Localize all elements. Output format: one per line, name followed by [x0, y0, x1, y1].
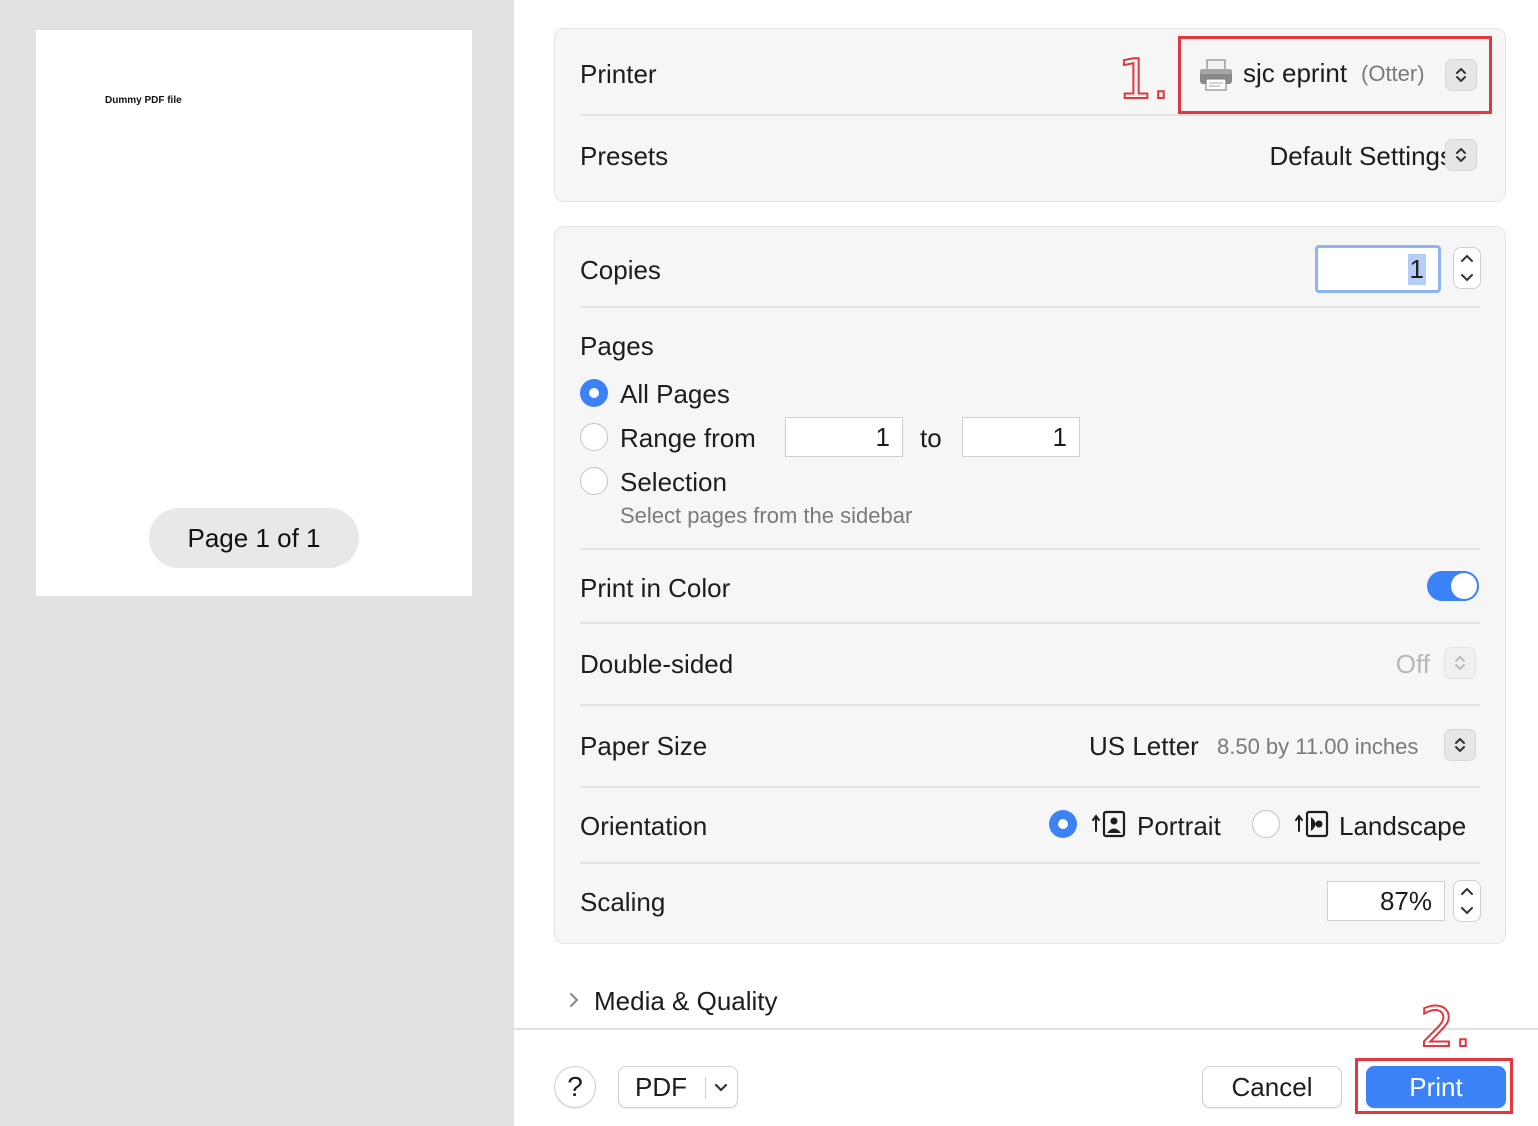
divider — [580, 622, 1480, 624]
selection-hint: Select pages from the sidebar — [620, 503, 913, 528]
scaling-value: 87% — [1379, 885, 1432, 916]
copies-field[interactable]: 1 — [1315, 245, 1441, 293]
annotation-box-printer — [1178, 36, 1492, 114]
print-in-color-label: Print in Color — [580, 573, 731, 603]
double-sided-chevron-updown-icon — [1444, 647, 1476, 679]
portrait-label: Portrait — [1137, 811, 1221, 841]
all-pages-label: All Pages — [620, 379, 730, 409]
divider — [580, 786, 1480, 788]
options-group: Copies 1 Pages All Pages Range from 1 to… — [554, 226, 1506, 944]
double-sided-popup[interactable]: Off — [1355, 641, 1480, 685]
selection-label: Selection — [620, 467, 727, 497]
paper-size-chevron-updown-icon — [1444, 729, 1476, 761]
page-thumbnail: Dummy PDF file Page 1 of 1 — [36, 30, 472, 596]
chevron-down-icon[interactable] — [1454, 268, 1480, 288]
annotation-step-1: 1. — [1117, 47, 1171, 112]
chevron-down-icon — [714, 1083, 728, 1092]
scaling-field[interactable]: 87% — [1327, 881, 1445, 921]
divider — [580, 704, 1480, 706]
presets-value: Default Settings — [1269, 141, 1453, 171]
copies-stepper[interactable] — [1453, 247, 1481, 289]
landscape-icon — [1295, 810, 1329, 838]
range-from-value: 1 — [875, 421, 890, 452]
page-indicator: Page 1 of 1 — [149, 508, 359, 568]
divider — [580, 548, 1480, 550]
pdf-label: PDF — [635, 1071, 687, 1102]
pages-label: Pages — [580, 331, 654, 361]
help-button[interactable]: ? — [554, 1066, 596, 1108]
paper-size-label: Paper Size — [580, 731, 708, 761]
print-in-color-toggle[interactable] — [1427, 571, 1479, 601]
preview-pane: Dummy PDF file Page 1 of 1 — [0, 0, 514, 1126]
divider — [580, 306, 1480, 308]
annotation-step-2: 2. — [1419, 995, 1473, 1060]
pdf-menu-button[interactable]: PDF — [618, 1066, 738, 1108]
range-from-label: Range from — [620, 423, 756, 453]
annotation-box-print — [1355, 1058, 1513, 1114]
copies-value: 1 — [1407, 253, 1426, 285]
range-to-label: to — [920, 423, 942, 453]
print-settings: Printer sjc eprint (Otter) Presets Defau… — [514, 0, 1538, 1126]
media-quality-label: Media & Quality — [594, 986, 778, 1016]
paper-size-value: US Letter — [1089, 731, 1199, 761]
thumbnail-text: Dummy PDF file — [105, 95, 182, 106]
all-pages-radio[interactable] — [580, 379, 608, 407]
presets-label: Presets — [580, 141, 669, 171]
range-to-value: 1 — [1052, 421, 1067, 452]
footer-divider — [514, 1028, 1538, 1030]
landscape-label: Landscape — [1339, 811, 1467, 841]
chevron-up-icon[interactable] — [1454, 248, 1480, 268]
copies-label: Copies — [580, 255, 661, 285]
pdf-separator — [705, 1077, 706, 1099]
printer-label: Printer — [580, 59, 657, 89]
divider — [580, 862, 1480, 864]
selection-radio[interactable] — [580, 467, 608, 495]
cancel-button[interactable]: Cancel — [1202, 1066, 1342, 1108]
range-from-field[interactable]: 1 — [785, 417, 903, 457]
double-sided-label: Double-sided — [580, 649, 734, 679]
scaling-label: Scaling — [580, 887, 666, 917]
presets-popup[interactable]: Default Settings — [1225, 133, 1495, 177]
chevron-up-icon[interactable] — [1454, 881, 1480, 901]
landscape-radio[interactable] — [1252, 810, 1280, 838]
scaling-stepper[interactable] — [1453, 880, 1481, 922]
paper-size-detail: 8.50 by 11.00 inches — [1217, 734, 1419, 759]
chevron-right-icon — [570, 993, 579, 1007]
paper-size-popup[interactable]: US Letter 8.50 by 11.00 inches — [1075, 723, 1480, 767]
chevron-down-icon[interactable] — [1454, 901, 1480, 921]
orientation-label: Orientation — [580, 811, 708, 841]
portrait-radio[interactable] — [1049, 810, 1077, 838]
range-to-field[interactable]: 1 — [962, 417, 1080, 457]
divider — [580, 114, 1480, 116]
double-sided-value: Off — [1395, 649, 1430, 679]
range-radio[interactable] — [580, 423, 608, 451]
portrait-icon — [1092, 810, 1126, 838]
media-quality-disclosure[interactable]: Media & Quality — [566, 984, 866, 1020]
presets-chevron-updown-icon — [1445, 139, 1477, 171]
